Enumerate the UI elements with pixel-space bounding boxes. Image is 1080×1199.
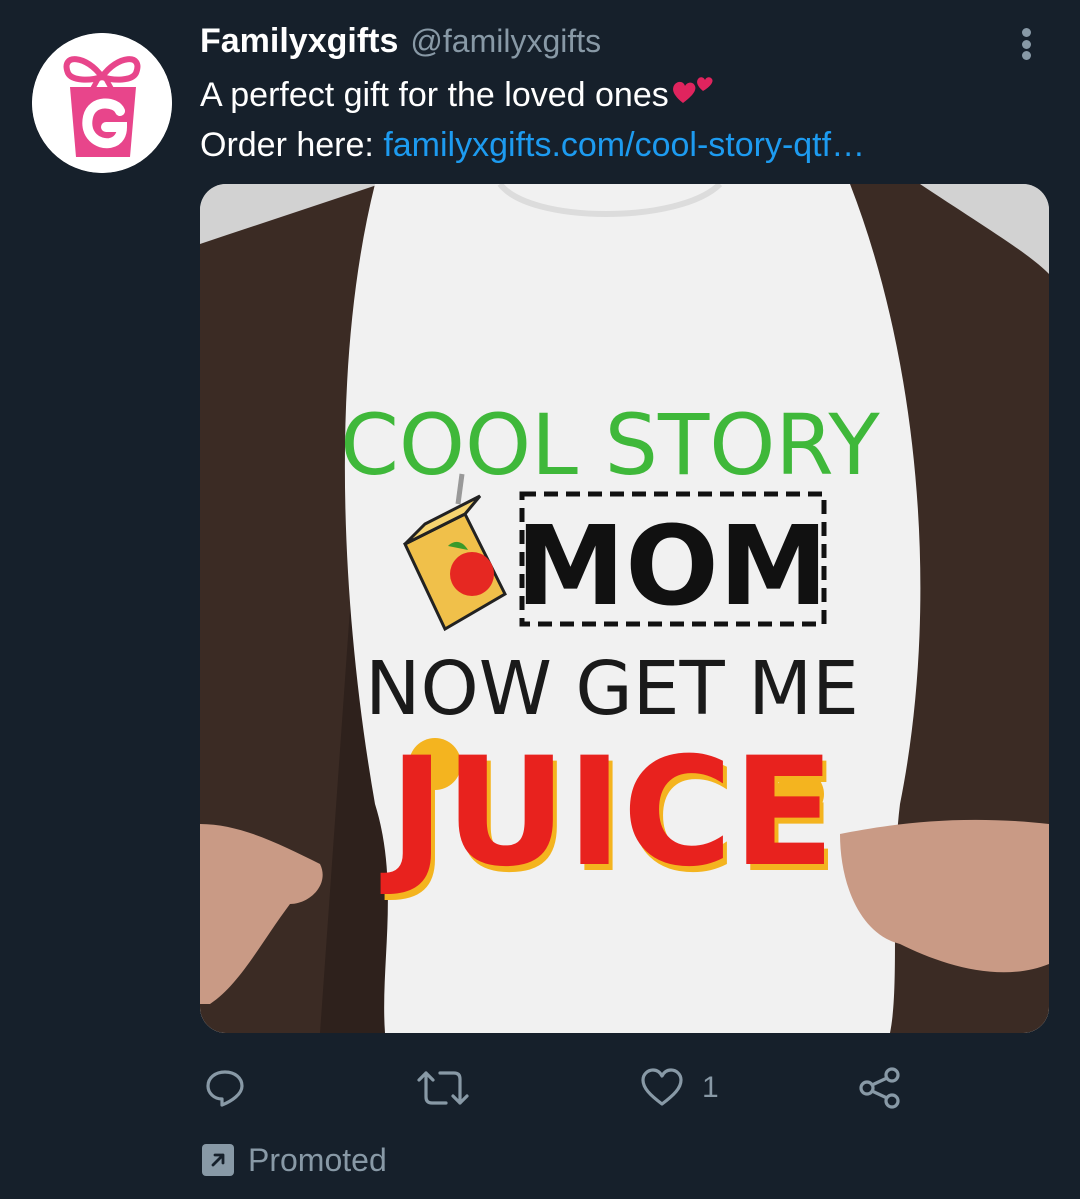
shirt-text-cool-story: COOL STORY [340, 396, 880, 494]
two-hearts-emoji-icon [671, 73, 715, 121]
tweet-actions: 1 [0, 1058, 1080, 1118]
author-avatar[interactable] [32, 33, 172, 173]
like-button[interactable]: 1 [640, 1058, 719, 1118]
retweet-button[interactable] [416, 1058, 470, 1118]
tweet-header: Familyxgifts @familyxgifts [200, 22, 601, 68]
reply-button[interactable] [204, 1058, 246, 1118]
retweet-icon [417, 1071, 469, 1105]
promoted-indicator: Promoted [202, 1140, 387, 1180]
shirt-text-now-get-me: NOW GET ME [365, 646, 859, 732]
shirt-text-mom: MOM [516, 502, 828, 630]
share-icon [859, 1067, 900, 1109]
heart-icon [641, 1068, 683, 1106]
order-here-label: Order here: [200, 126, 384, 164]
promoted-arrow-icon [202, 1144, 234, 1176]
product-link[interactable]: familyxgifts.com/cool-story-qtf… [383, 126, 865, 164]
like-count: 1 [702, 1071, 719, 1104]
author-handle[interactable]: @familyxgifts [410, 23, 601, 60]
tweet-text-line-2: Order here: familyxgifts.com/cool-story-… [200, 122, 865, 168]
shirt-text-juice-front: JUICE [380, 726, 835, 900]
share-button[interactable] [858, 1058, 902, 1118]
tweet-card[interactable]: Familyxgifts @familyxgifts A perfect gif… [0, 0, 1080, 1199]
author-display-name[interactable]: Familyxgifts [200, 22, 398, 61]
tweet-media-image[interactable]: COOL STORY MOM NOW GET ME JUICE JUICE [200, 184, 1049, 1033]
reply-icon [206, 1070, 244, 1107]
promoted-label: Promoted [248, 1141, 387, 1178]
tweet-text-line-1: A perfect gift for the loved ones [200, 72, 715, 121]
more-options-icon[interactable] [1008, 24, 1044, 64]
tweet-text: A perfect gift for the loved ones [200, 76, 669, 114]
